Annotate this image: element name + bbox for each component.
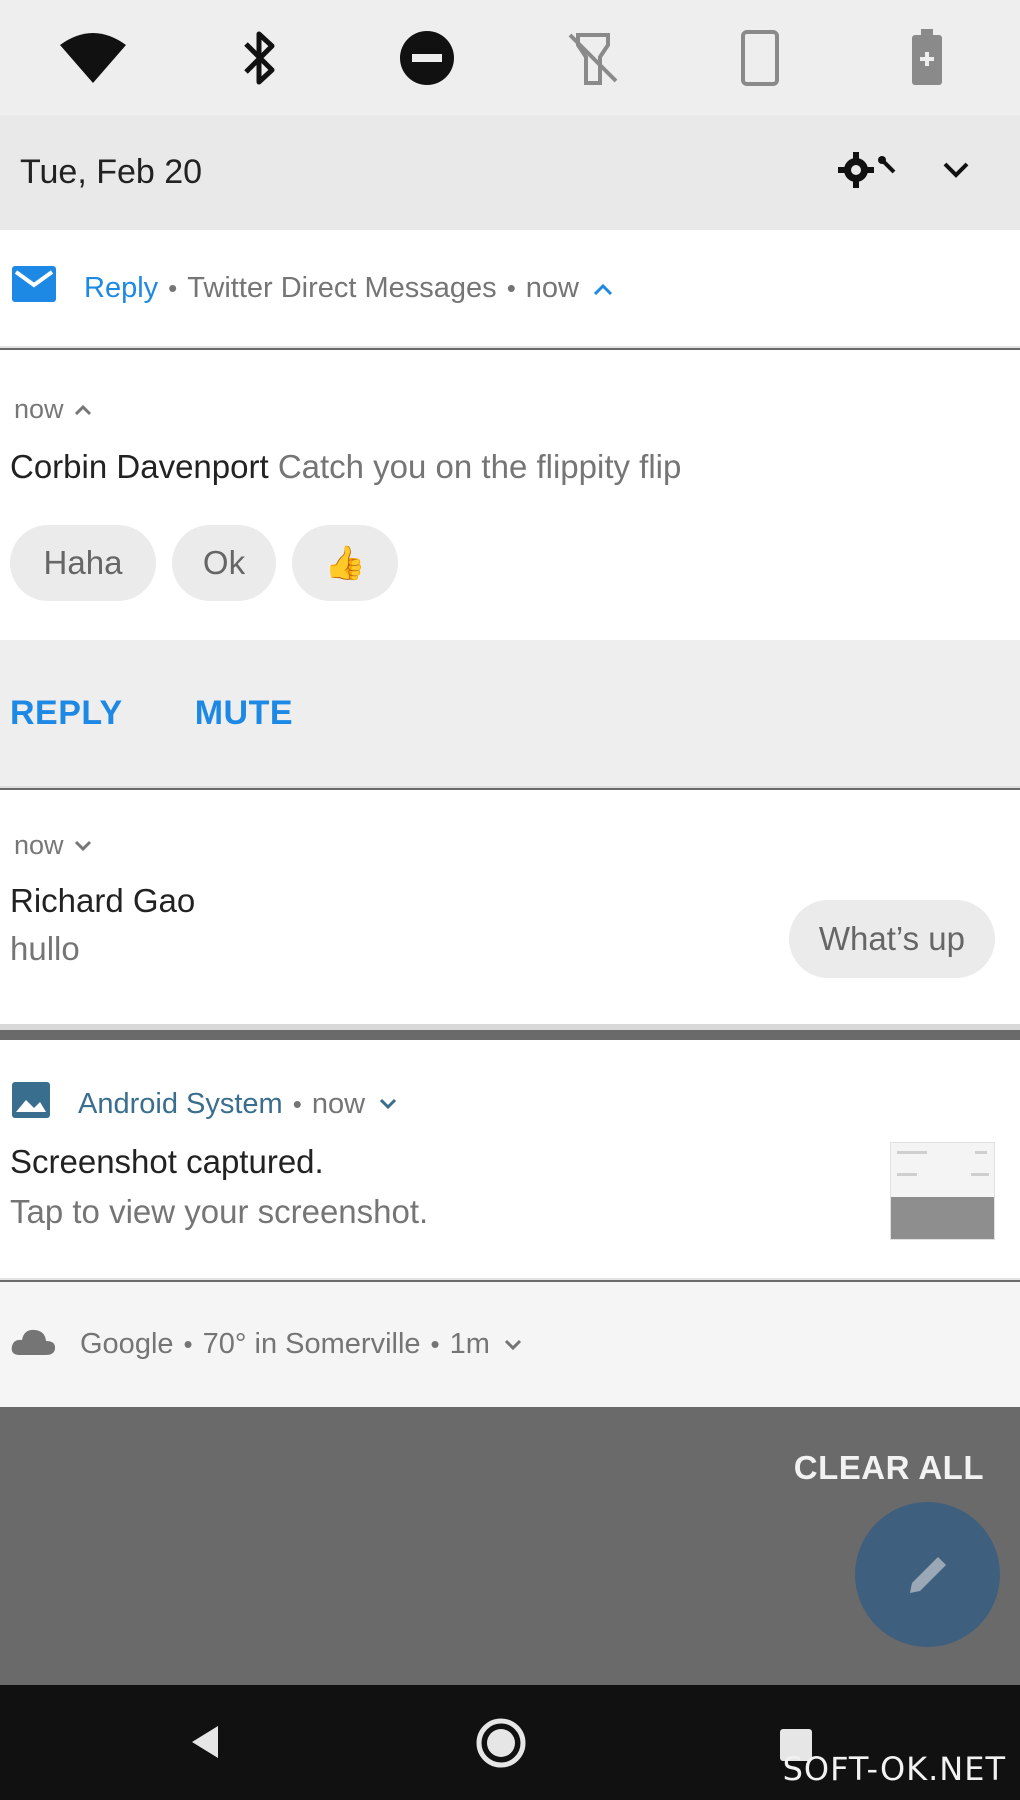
back-icon[interactable] — [188, 1723, 222, 1766]
settings-gear-icon[interactable] — [838, 150, 902, 195]
chevron-up-icon[interactable] — [74, 404, 92, 416]
notification-actions: REPLY MUTE — [0, 640, 1020, 788]
dimmed-app-background: CLEAR ALL — [0, 1407, 1020, 1685]
app-name: Google — [80, 1328, 174, 1360]
collapse-chevron-icon[interactable] — [942, 161, 970, 184]
watermark: SOFT-OK.NET — [782, 1750, 1006, 1788]
mute-button[interactable]: MUTE — [195, 694, 293, 733]
weather-notification[interactable]: Google • 70° in Somerville • 1m — [0, 1282, 1020, 1407]
notification-shade: Tue, Feb 20 Reply • Twitter Direct Messa… — [0, 0, 1020, 1800]
smart-reply-ok[interactable]: Ok — [172, 525, 276, 601]
notification-time: 1m — [449, 1328, 490, 1360]
app-name: Android System — [78, 1087, 283, 1120]
message-meta: now — [14, 394, 92, 425]
smart-reply-thumbs-up[interactable]: 👍 — [292, 525, 398, 601]
date-label: Tue, Feb 20 — [20, 153, 203, 191]
chevron-down-icon[interactable] — [74, 840, 92, 852]
notification-header: Android System • now — [12, 1082, 397, 1126]
navigation-bar: SOFT-OK.NET — [0, 1685, 1020, 1800]
quick-settings-panel: Tue, Feb 20 — [0, 0, 1020, 230]
smart-reply-haha[interactable]: Haha — [10, 525, 156, 601]
smart-reply-whats-up[interactable]: What’s up — [788, 900, 995, 978]
weather-summary: 70° in Somerville — [202, 1328, 421, 1360]
collapse-chevron-icon[interactable] — [593, 272, 613, 305]
mail-icon — [12, 266, 56, 310]
notification-header: Google • 70° in Somerville • 1m — [10, 1327, 522, 1363]
app-name: Reply — [84, 271, 159, 304]
pencil-icon — [909, 1556, 946, 1593]
notification-header: Reply • Twitter Direct Messages • now — [12, 266, 613, 310]
message-time: now — [14, 394, 64, 424]
compose-fab[interactable] — [855, 1502, 1000, 1647]
date-row-actions — [838, 150, 970, 195]
chevron-down-icon[interactable] — [379, 1098, 397, 1110]
screenshot-thumbnail[interactable] — [890, 1142, 995, 1240]
home-icon[interactable] — [475, 1717, 527, 1774]
notification-time: now — [311, 1087, 366, 1120]
message-time: now — [14, 830, 64, 860]
bluetooth-icon[interactable] — [215, 13, 305, 103]
clear-all-button[interactable]: CLEAR ALL — [794, 1449, 984, 1487]
battery-saver-icon[interactable] — [882, 13, 972, 103]
message-text: Catch you on the flippity flip — [277, 448, 682, 485]
message-item[interactable]: now Richard Gao hullo What’s up — [0, 790, 1020, 1030]
message-text: hullo — [10, 930, 80, 967]
notification-title: Screenshot captured. — [10, 1143, 324, 1180]
channel-name: Twitter Direct Messages — [187, 271, 497, 304]
message-item[interactable]: now Corbin Davenport Catch you on the fl… — [0, 350, 1020, 640]
sender-name: Richard Gao — [10, 882, 196, 919]
sender-name: Corbin Davenport — [10, 448, 269, 485]
cloud-icon — [10, 1327, 56, 1363]
image-icon — [12, 1082, 50, 1126]
screenshot-notification[interactable]: Android System • now Screenshot captured… — [0, 1040, 1020, 1280]
flashlight-off-icon[interactable] — [548, 13, 638, 103]
chevron-down-icon[interactable] — [504, 1339, 522, 1351]
date-row: Tue, Feb 20 — [0, 115, 1020, 230]
auto-rotate-icon[interactable] — [715, 13, 805, 103]
notification-time: now — [525, 271, 579, 304]
message-meta: now — [14, 830, 92, 861]
notification-body: Tap to view your screenshot. — [10, 1193, 429, 1230]
do-not-disturb-icon[interactable] — [382, 13, 472, 103]
reply-button[interactable]: REPLY — [10, 694, 123, 733]
smart-reply-chips: Haha Ok 👍 — [10, 525, 398, 601]
wifi-icon[interactable] — [48, 13, 138, 103]
twitter-dm-notification-header[interactable]: Reply • Twitter Direct Messages • now — [0, 230, 1020, 348]
quick-settings-tiles — [0, 0, 1020, 115]
message-content: Corbin Davenport Catch you on the flippi… — [10, 448, 681, 486]
